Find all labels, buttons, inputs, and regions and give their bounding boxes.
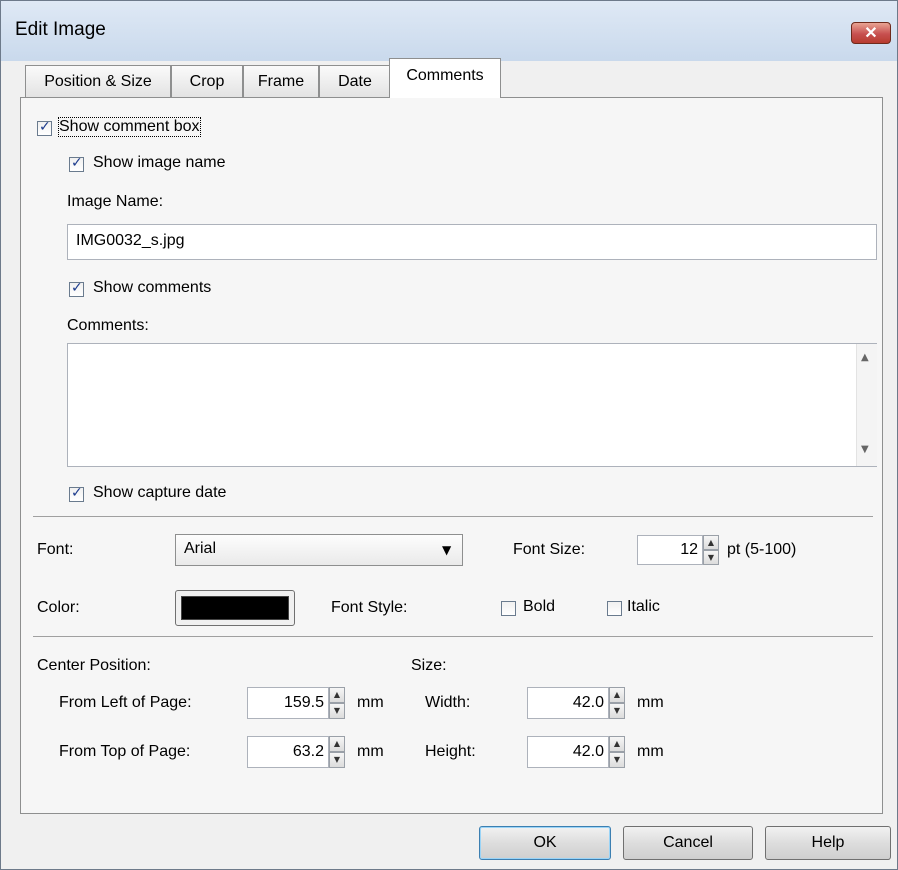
comments-textarea[interactable]: ▲ ▼ <box>67 343 877 467</box>
title-bar: Edit Image ✕ <box>1 1 897 61</box>
image-name-label: Image Name: <box>67 193 164 210</box>
color-label: Color: <box>37 599 80 616</box>
image-name-field[interactable]: IMG0032_s.jpg <box>67 224 877 260</box>
show-image-name-checkbox[interactable] <box>69 155 84 172</box>
tab-label: Crop <box>189 73 225 90</box>
spin-down-icon: ▼ <box>613 755 621 764</box>
from-top-unit: mm <box>357 743 384 760</box>
tab-crop[interactable]: Crop <box>171 65 243 97</box>
width-label: Width: <box>425 694 471 711</box>
from-left-label: From Left of Page: <box>59 694 192 711</box>
from-top-label: From Top of Page: <box>59 743 191 760</box>
spin-up-icon: ▲ <box>333 690 341 699</box>
tab-label: Date <box>338 73 372 90</box>
bold-checkbox[interactable] <box>501 601 516 616</box>
font-size-field[interactable]: 12 <box>637 535 703 565</box>
width-down-button[interactable]: ▼ <box>609 703 625 719</box>
close-icon: ✕ <box>864 25 878 42</box>
height-up-button[interactable]: ▲ <box>609 736 625 752</box>
font-size-up-button[interactable]: ▲ <box>703 535 719 550</box>
spin-down-icon: ▼ <box>707 553 715 562</box>
show-image-name-label[interactable]: Show image name <box>93 154 226 172</box>
width-value: 42.0 <box>572 694 604 711</box>
bold-label[interactable]: Bold <box>523 598 555 616</box>
spin-up-icon: ▲ <box>613 690 621 699</box>
tab-date[interactable]: Date <box>319 65 391 97</box>
show-comments-checkbox[interactable] <box>69 280 84 297</box>
width-unit: mm <box>637 694 664 711</box>
from-left-up-button[interactable]: ▲ <box>329 687 345 703</box>
help-button[interactable]: Help <box>765 826 891 860</box>
tab-frame[interactable]: Frame <box>243 65 319 97</box>
from-left-unit: mm <box>357 694 384 711</box>
spin-up-icon: ▲ <box>333 739 341 748</box>
font-size-unit: pt (5-100) <box>727 541 797 558</box>
tab-label: Frame <box>257 73 305 90</box>
width-up-button[interactable]: ▲ <box>609 687 625 703</box>
font-value: Arial <box>184 540 217 557</box>
center-position-label: Center Position: <box>37 657 151 674</box>
image-name-value: IMG0032_s.jpg <box>76 232 185 249</box>
window-title: Edit Image <box>15 19 106 40</box>
height-field[interactable]: 42.0 <box>527 736 609 768</box>
scroll-up-icon[interactable]: ▲ <box>861 352 869 363</box>
font-size-label: Font Size: <box>513 541 586 558</box>
tab-label: Comments <box>406 67 484 84</box>
scroll-down-icon[interactable]: ▼ <box>861 444 869 455</box>
from-top-value: 63.2 <box>292 743 324 760</box>
spin-up-icon: ▲ <box>613 739 621 748</box>
divider <box>33 516 873 517</box>
from-top-down-button[interactable]: ▼ <box>329 752 345 768</box>
size-label: Size: <box>411 657 447 674</box>
font-label: Font: <box>37 541 74 558</box>
font-select[interactable]: Arial ▼ <box>175 534 463 566</box>
divider <box>33 636 873 637</box>
close-button[interactable]: ✕ <box>851 22 891 44</box>
spin-up-icon: ▲ <box>707 538 715 547</box>
spin-down-icon: ▼ <box>613 706 621 715</box>
show-comment-box-checkbox[interactable] <box>37 119 52 136</box>
width-field[interactable]: 42.0 <box>527 687 609 719</box>
italic-checkbox[interactable] <box>607 601 622 616</box>
from-left-value: 159.5 <box>283 694 324 711</box>
tab-position-size[interactable]: Position & Size <box>25 65 171 97</box>
spin-down-icon: ▼ <box>333 706 341 715</box>
comments-label: Comments: <box>67 317 149 334</box>
tab-comments[interactable]: Comments <box>389 58 501 98</box>
show-capture-date-checkbox[interactable] <box>69 485 84 502</box>
comments-scrollbar[interactable]: ▲ ▼ <box>856 344 877 466</box>
spin-down-icon: ▼ <box>333 755 341 764</box>
font-size-value: 12 <box>680 541 698 558</box>
show-comments-label[interactable]: Show comments <box>93 279 211 297</box>
from-left-field[interactable]: 159.5 <box>247 687 329 719</box>
font-size-down-button[interactable]: ▼ <box>703 550 719 565</box>
height-unit: mm <box>637 743 664 760</box>
height-value: 42.0 <box>572 743 604 760</box>
tab-label: Position & Size <box>44 73 152 90</box>
height-down-button[interactable]: ▼ <box>609 752 625 768</box>
ok-label: OK <box>533 834 557 851</box>
from-top-field[interactable]: 63.2 <box>247 736 329 768</box>
cancel-label: Cancel <box>663 834 713 851</box>
color-button[interactable] <box>175 590 295 626</box>
cancel-button[interactable]: Cancel <box>623 826 753 860</box>
chevron-down-icon[interactable]: ▼ <box>442 543 451 557</box>
color-swatch <box>181 596 289 620</box>
help-label: Help <box>811 834 845 851</box>
show-capture-date-label[interactable]: Show capture date <box>93 484 226 502</box>
show-comment-box-label[interactable]: Show comment box <box>58 117 201 137</box>
edit-image-dialog: Edit Image ✕ Position & Size Crop Frame … <box>0 0 898 870</box>
ok-button[interactable]: OK <box>479 826 611 860</box>
height-label: Height: <box>425 743 476 760</box>
from-left-down-button[interactable]: ▼ <box>329 703 345 719</box>
from-top-up-button[interactable]: ▲ <box>329 736 345 752</box>
italic-label[interactable]: Italic <box>627 598 660 616</box>
font-style-label: Font Style: <box>331 599 408 616</box>
